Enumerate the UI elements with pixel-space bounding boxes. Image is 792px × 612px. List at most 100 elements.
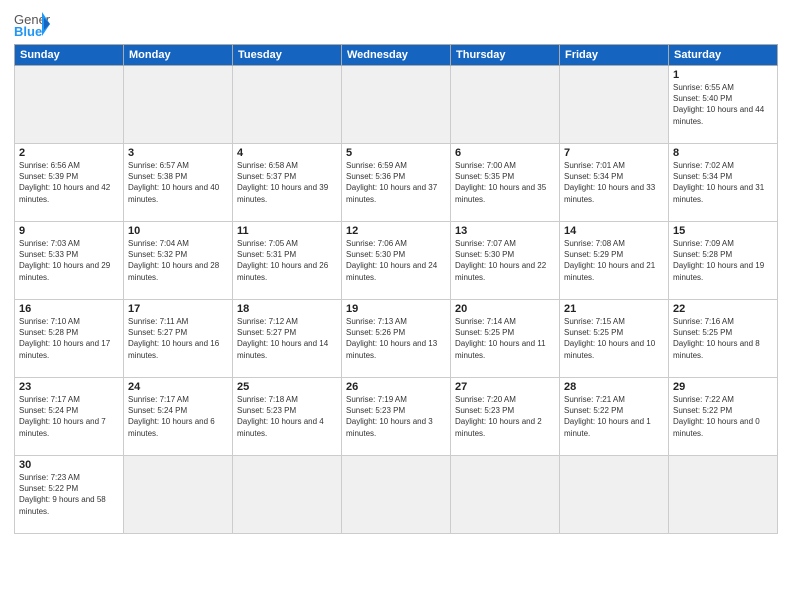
calendar-cell: [342, 456, 451, 534]
calendar-cell: 11Sunrise: 7:05 AMSunset: 5:31 PMDayligh…: [233, 222, 342, 300]
calendar-cell: 3Sunrise: 6:57 AMSunset: 5:38 PMDaylight…: [124, 144, 233, 222]
calendar-cell: 28Sunrise: 7:21 AMSunset: 5:22 PMDayligh…: [560, 378, 669, 456]
day-number: 4: [237, 147, 337, 159]
logo: General Blue: [14, 10, 50, 38]
day-info: Sunrise: 7:21 AMSunset: 5:22 PMDaylight:…: [564, 394, 664, 439]
calendar-cell: [451, 456, 560, 534]
day-number: 26: [346, 381, 446, 393]
day-number: 1: [673, 69, 773, 81]
day-number: 27: [455, 381, 555, 393]
header: General Blue: [14, 10, 778, 38]
calendar-cell: 14Sunrise: 7:08 AMSunset: 5:29 PMDayligh…: [560, 222, 669, 300]
day-info: Sunrise: 7:20 AMSunset: 5:23 PMDaylight:…: [455, 394, 555, 439]
calendar-cell: 1Sunrise: 6:55 AMSunset: 5:40 PMDaylight…: [669, 66, 778, 144]
day-number: 3: [128, 147, 228, 159]
page: General Blue SundayMondayTuesdayWednesda…: [0, 0, 792, 612]
day-info: Sunrise: 7:00 AMSunset: 5:35 PMDaylight:…: [455, 160, 555, 205]
day-number: 20: [455, 303, 555, 315]
day-number: 16: [19, 303, 119, 315]
calendar-cell: [342, 66, 451, 144]
calendar-cell: [233, 456, 342, 534]
day-info: Sunrise: 7:17 AMSunset: 5:24 PMDaylight:…: [19, 394, 119, 439]
calendar-cell: 19Sunrise: 7:13 AMSunset: 5:26 PMDayligh…: [342, 300, 451, 378]
calendar-cell: 8Sunrise: 7:02 AMSunset: 5:34 PMDaylight…: [669, 144, 778, 222]
day-number: 30: [19, 459, 119, 471]
day-number: 12: [346, 225, 446, 237]
day-number: 28: [564, 381, 664, 393]
day-info: Sunrise: 7:02 AMSunset: 5:34 PMDaylight:…: [673, 160, 773, 205]
day-info: Sunrise: 7:04 AMSunset: 5:32 PMDaylight:…: [128, 238, 228, 283]
day-number: 18: [237, 303, 337, 315]
day-info: Sunrise: 7:14 AMSunset: 5:25 PMDaylight:…: [455, 316, 555, 361]
day-number: 10: [128, 225, 228, 237]
day-number: 23: [19, 381, 119, 393]
day-of-week-tuesday: Tuesday: [233, 45, 342, 66]
day-number: 17: [128, 303, 228, 315]
calendar-cell: 4Sunrise: 6:58 AMSunset: 5:37 PMDaylight…: [233, 144, 342, 222]
calendar-cell: 13Sunrise: 7:07 AMSunset: 5:30 PMDayligh…: [451, 222, 560, 300]
calendar-cell: [669, 456, 778, 534]
day-number: 6: [455, 147, 555, 159]
day-info: Sunrise: 7:18 AMSunset: 5:23 PMDaylight:…: [237, 394, 337, 439]
calendar-cell: 25Sunrise: 7:18 AMSunset: 5:23 PMDayligh…: [233, 378, 342, 456]
day-number: 13: [455, 225, 555, 237]
day-info: Sunrise: 7:08 AMSunset: 5:29 PMDaylight:…: [564, 238, 664, 283]
day-of-week-saturday: Saturday: [669, 45, 778, 66]
day-number: 8: [673, 147, 773, 159]
calendar-cell: 27Sunrise: 7:20 AMSunset: 5:23 PMDayligh…: [451, 378, 560, 456]
calendar-cell: 9Sunrise: 7:03 AMSunset: 5:33 PMDaylight…: [15, 222, 124, 300]
day-number: 29: [673, 381, 773, 393]
calendar-cell: [560, 66, 669, 144]
day-number: 14: [564, 225, 664, 237]
calendar-cell: 10Sunrise: 7:04 AMSunset: 5:32 PMDayligh…: [124, 222, 233, 300]
day-info: Sunrise: 7:12 AMSunset: 5:27 PMDaylight:…: [237, 316, 337, 361]
calendar-cell: 23Sunrise: 7:17 AMSunset: 5:24 PMDayligh…: [15, 378, 124, 456]
calendar-cell: 29Sunrise: 7:22 AMSunset: 5:22 PMDayligh…: [669, 378, 778, 456]
day-number: 9: [19, 225, 119, 237]
calendar-cell: 21Sunrise: 7:15 AMSunset: 5:25 PMDayligh…: [560, 300, 669, 378]
day-number: 22: [673, 303, 773, 315]
day-number: 2: [19, 147, 119, 159]
calendar-cell: [124, 456, 233, 534]
day-number: 25: [237, 381, 337, 393]
day-info: Sunrise: 7:10 AMSunset: 5:28 PMDaylight:…: [19, 316, 119, 361]
day-info: Sunrise: 7:05 AMSunset: 5:31 PMDaylight:…: [237, 238, 337, 283]
calendar: SundayMondayTuesdayWednesdayThursdayFrid…: [14, 44, 778, 534]
day-number: 24: [128, 381, 228, 393]
day-info: Sunrise: 7:11 AMSunset: 5:27 PMDaylight:…: [128, 316, 228, 361]
day-info: Sunrise: 7:22 AMSunset: 5:22 PMDaylight:…: [673, 394, 773, 439]
day-info: Sunrise: 6:57 AMSunset: 5:38 PMDaylight:…: [128, 160, 228, 205]
day-of-week-monday: Monday: [124, 45, 233, 66]
day-info: Sunrise: 7:17 AMSunset: 5:24 PMDaylight:…: [128, 394, 228, 439]
day-info: Sunrise: 7:13 AMSunset: 5:26 PMDaylight:…: [346, 316, 446, 361]
day-number: 11: [237, 225, 337, 237]
calendar-cell: 20Sunrise: 7:14 AMSunset: 5:25 PMDayligh…: [451, 300, 560, 378]
day-of-week-wednesday: Wednesday: [342, 45, 451, 66]
calendar-cell: 24Sunrise: 7:17 AMSunset: 5:24 PMDayligh…: [124, 378, 233, 456]
calendar-cell: 5Sunrise: 6:59 AMSunset: 5:36 PMDaylight…: [342, 144, 451, 222]
calendar-cell: 6Sunrise: 7:00 AMSunset: 5:35 PMDaylight…: [451, 144, 560, 222]
day-number: 21: [564, 303, 664, 315]
day-info: Sunrise: 7:07 AMSunset: 5:30 PMDaylight:…: [455, 238, 555, 283]
day-info: Sunrise: 7:03 AMSunset: 5:33 PMDaylight:…: [19, 238, 119, 283]
day-info: Sunrise: 7:15 AMSunset: 5:25 PMDaylight:…: [564, 316, 664, 361]
calendar-cell: 12Sunrise: 7:06 AMSunset: 5:30 PMDayligh…: [342, 222, 451, 300]
day-info: Sunrise: 7:09 AMSunset: 5:28 PMDaylight:…: [673, 238, 773, 283]
day-of-week-thursday: Thursday: [451, 45, 560, 66]
calendar-cell: 7Sunrise: 7:01 AMSunset: 5:34 PMDaylight…: [560, 144, 669, 222]
day-number: 5: [346, 147, 446, 159]
day-info: Sunrise: 7:23 AMSunset: 5:22 PMDaylight:…: [19, 472, 119, 517]
calendar-header-row: SundayMondayTuesdayWednesdayThursdayFrid…: [15, 45, 778, 66]
day-info: Sunrise: 6:55 AMSunset: 5:40 PMDaylight:…: [673, 82, 773, 127]
day-info: Sunrise: 6:56 AMSunset: 5:39 PMDaylight:…: [19, 160, 119, 205]
day-number: 15: [673, 225, 773, 237]
day-info: Sunrise: 7:06 AMSunset: 5:30 PMDaylight:…: [346, 238, 446, 283]
day-info: Sunrise: 6:58 AMSunset: 5:37 PMDaylight:…: [237, 160, 337, 205]
calendar-cell: 2Sunrise: 6:56 AMSunset: 5:39 PMDaylight…: [15, 144, 124, 222]
day-number: 7: [564, 147, 664, 159]
calendar-cell: 30Sunrise: 7:23 AMSunset: 5:22 PMDayligh…: [15, 456, 124, 534]
day-info: Sunrise: 7:16 AMSunset: 5:25 PMDaylight:…: [673, 316, 773, 361]
calendar-cell: 22Sunrise: 7:16 AMSunset: 5:25 PMDayligh…: [669, 300, 778, 378]
day-info: Sunrise: 7:19 AMSunset: 5:23 PMDaylight:…: [346, 394, 446, 439]
svg-text:Blue: Blue: [14, 24, 42, 38]
